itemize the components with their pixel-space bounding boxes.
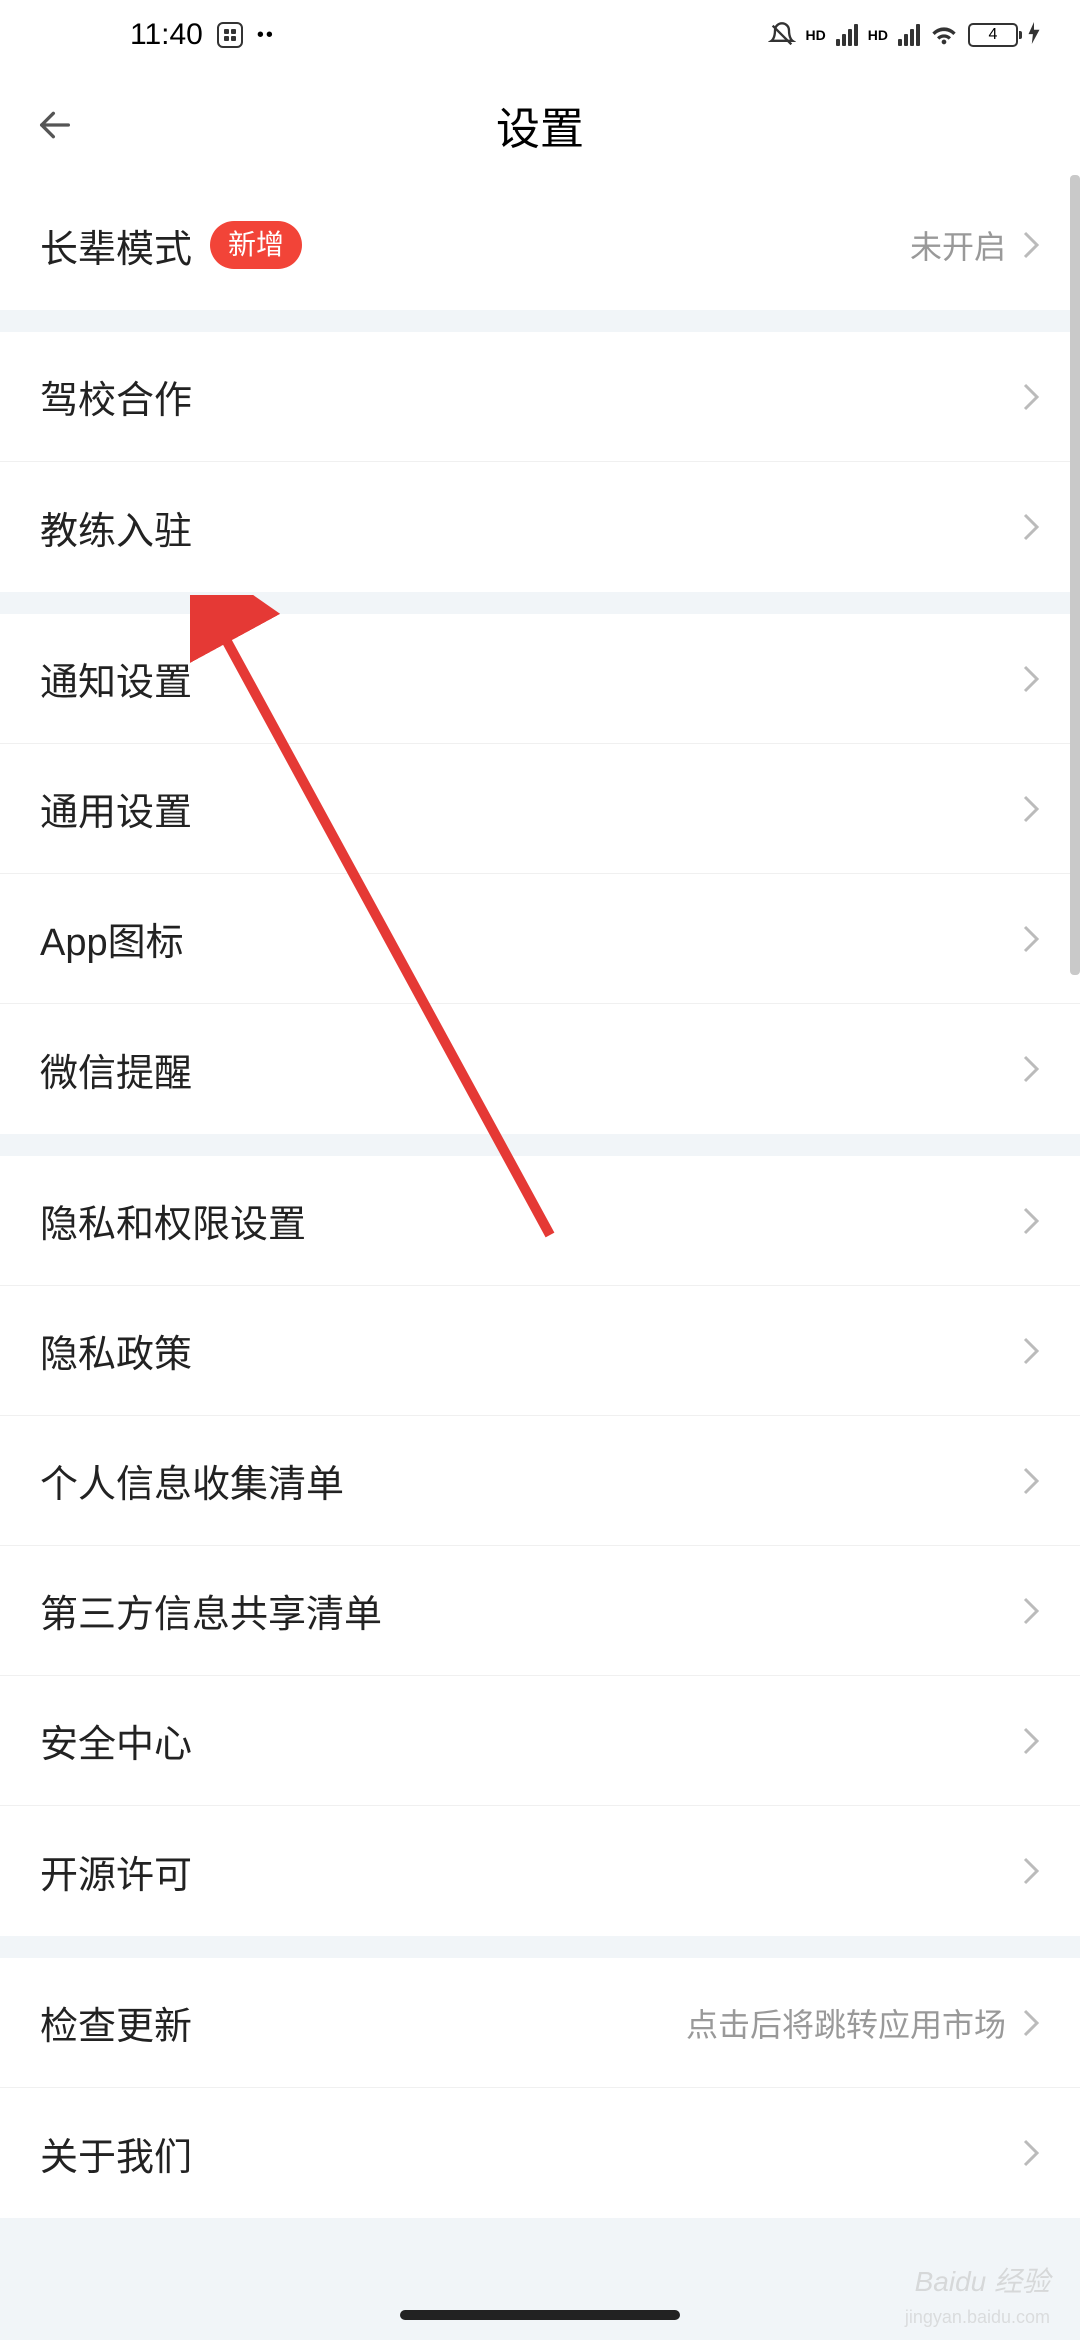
row-wechat-reminder[interactable]: 微信提醒 xyxy=(0,1004,1080,1134)
watermark-sub: jingyan.baidu.com xyxy=(905,2307,1050,2328)
row-label: 微信提醒 xyxy=(40,1042,192,1097)
app-switcher-icon xyxy=(217,22,243,48)
row-label: 驾校合作 xyxy=(40,369,192,424)
section-elder-mode: 长辈模式 新增 未开启 xyxy=(0,180,1080,310)
row-label: 个人信息收集清单 xyxy=(40,1453,344,1508)
status-right: HD HD 4 xyxy=(768,18,1040,52)
scrollbar[interactable] xyxy=(1070,175,1080,975)
status-left: 11:40 •• xyxy=(130,18,275,52)
row-privacy-permissions[interactable]: 隐私和权限设置 xyxy=(0,1156,1080,1286)
chevron-right-icon xyxy=(1022,1336,1040,1366)
row-open-source-license[interactable]: 开源许可 xyxy=(0,1806,1080,1936)
chevron-right-icon xyxy=(1022,2138,1040,2168)
section-partnership: 驾校合作 教练入驻 xyxy=(0,332,1080,592)
section-general: 通知设置 通用设置 App图标 微信提醒 xyxy=(0,614,1080,1134)
row-label: 隐私和权限设置 xyxy=(40,1193,306,1248)
row-label: 安全中心 xyxy=(40,1713,192,1768)
row-label: 检查更新 xyxy=(40,1995,192,2050)
row-app-icon[interactable]: App图标 xyxy=(0,874,1080,1004)
row-privacy-policy[interactable]: 隐私政策 xyxy=(0,1286,1080,1416)
row-security-center[interactable]: 安全中心 xyxy=(0,1676,1080,1806)
status-bar: 11:40 •• HD HD 4 xyxy=(0,0,1080,70)
chevron-right-icon xyxy=(1022,1054,1040,1084)
new-badge: 新增 xyxy=(210,221,302,268)
chevron-right-icon xyxy=(1022,664,1040,694)
row-label: 关于我们 xyxy=(40,2126,192,2181)
watermark: Baidu 经验 xyxy=(915,2260,1050,2300)
chevron-right-icon xyxy=(1022,924,1040,954)
wifi-icon xyxy=(930,23,958,47)
chevron-right-icon xyxy=(1022,1466,1040,1496)
row-check-update[interactable]: 检查更新 点击后将跳转应用市场 xyxy=(0,1958,1080,2088)
row-third-party-sharing[interactable]: 第三方信息共享清单 xyxy=(0,1546,1080,1676)
section-about: 检查更新 点击后将跳转应用市场 关于我们 xyxy=(0,1958,1080,2218)
row-value: 未开启 xyxy=(910,222,1006,268)
row-label: 通用设置 xyxy=(40,781,192,836)
hd-label-2: HD xyxy=(868,27,888,43)
battery-icon: 4 xyxy=(968,23,1018,47)
row-value: 点击后将跳转应用市场 xyxy=(686,2000,1006,2046)
row-personal-info-collection[interactable]: 个人信息收集清单 xyxy=(0,1416,1080,1546)
row-elder-mode[interactable]: 长辈模式 新增 未开启 xyxy=(0,180,1080,310)
chevron-right-icon xyxy=(1022,794,1040,824)
app-header: 设置 xyxy=(0,70,1080,180)
chevron-right-icon xyxy=(1022,1856,1040,1886)
charging-icon xyxy=(1028,18,1040,52)
row-label: App图标 xyxy=(40,911,184,966)
section-privacy: 隐私和权限设置 隐私政策 个人信息收集清单 第三方信息共享清单 安全中心 开源许… xyxy=(0,1156,1080,1936)
more-dots-icon: •• xyxy=(257,24,275,47)
chevron-right-icon xyxy=(1022,2008,1040,2038)
row-coach-registration[interactable]: 教练入驻 xyxy=(0,462,1080,592)
battery-level: 4 xyxy=(989,26,998,44)
row-label: 隐私政策 xyxy=(40,1323,192,1378)
chevron-right-icon xyxy=(1022,512,1040,542)
page-title: 设置 xyxy=(496,93,584,157)
home-indicator[interactable] xyxy=(400,2310,680,2320)
signal-icon-1 xyxy=(836,24,858,46)
signal-icon-2 xyxy=(898,24,920,46)
chevron-right-icon xyxy=(1022,1726,1040,1756)
back-arrow-icon xyxy=(35,105,75,145)
row-notification-settings[interactable]: 通知设置 xyxy=(0,614,1080,744)
chevron-right-icon xyxy=(1022,230,1040,260)
row-label: 长辈模式 xyxy=(40,218,192,273)
chevron-right-icon xyxy=(1022,1206,1040,1236)
chevron-right-icon xyxy=(1022,1596,1040,1626)
chevron-right-icon xyxy=(1022,382,1040,412)
row-about-us[interactable]: 关于我们 xyxy=(0,2088,1080,2218)
row-label: 开源许可 xyxy=(40,1844,192,1899)
status-time: 11:40 xyxy=(130,18,203,52)
row-driving-school-cooperation[interactable]: 驾校合作 xyxy=(0,332,1080,462)
mute-icon xyxy=(768,21,796,49)
row-label: 第三方信息共享清单 xyxy=(40,1583,382,1638)
hd-label-1: HD xyxy=(806,27,826,43)
row-label: 教练入驻 xyxy=(40,500,192,555)
row-label: 通知设置 xyxy=(40,651,192,706)
back-button[interactable] xyxy=(30,100,80,150)
row-general-settings[interactable]: 通用设置 xyxy=(0,744,1080,874)
